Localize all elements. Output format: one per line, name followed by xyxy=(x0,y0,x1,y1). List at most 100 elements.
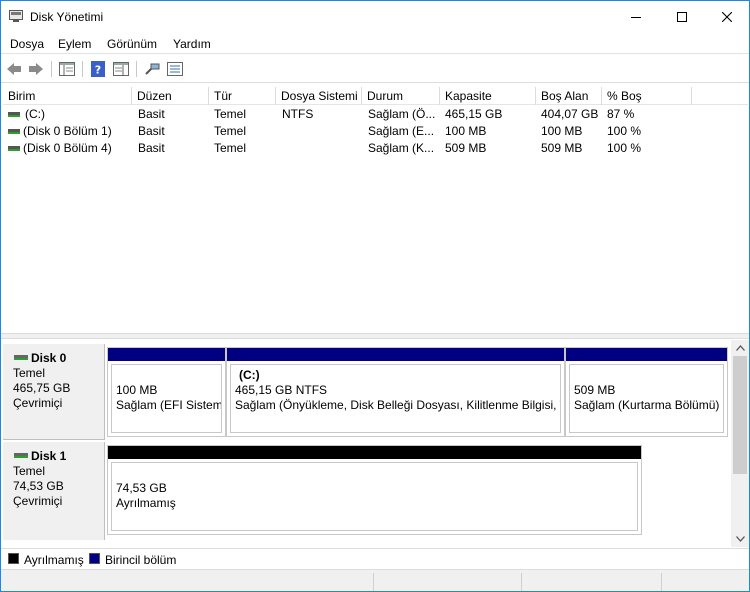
forward-button[interactable] xyxy=(27,60,45,78)
close-button[interactable] xyxy=(704,1,749,32)
column-header-kapasite[interactable]: Kapasite xyxy=(440,87,536,105)
disk-0-status: Çevrimiçi xyxy=(13,396,63,410)
partition-status: Sağlam (Önyükleme, Disk Belleği Dosyası,… xyxy=(235,398,561,412)
toolbar: ? xyxy=(1,55,749,83)
chevron-down-icon xyxy=(735,536,745,542)
cell-bos-alan: 509 MB xyxy=(541,141,583,155)
legend-label-primary: Birincil bölüm xyxy=(105,553,177,567)
legend-swatch-primary xyxy=(89,553,100,564)
toolbar-separator xyxy=(82,61,83,77)
table-row[interactable]: (Disk 0 Bölüm 1) Basit Temel Sağlam (E..… xyxy=(3,123,748,140)
list-view-button[interactable] xyxy=(166,60,184,78)
cell-yuzde-bos: 87 % xyxy=(607,107,635,121)
partition-recovery[interactable]: 509 MB Sağlam (Kurtarma Bölümü) xyxy=(565,347,728,437)
cell-bos-alan: 100 MB xyxy=(541,124,583,138)
column-header-durum[interactable]: Durum xyxy=(362,87,440,105)
disk-management-app-icon xyxy=(9,10,23,22)
volume-icon xyxy=(8,129,20,134)
volume-icon xyxy=(8,146,20,151)
table-row[interactable]: (Disk 0 Bölüm 4) Basit Temel Sağlam (K..… xyxy=(3,140,748,157)
scroll-down-button[interactable] xyxy=(731,532,749,546)
column-header-tur[interactable]: Tür xyxy=(209,87,276,105)
status-bar-divider xyxy=(373,573,374,591)
cell-yuzde-bos: 100 % xyxy=(607,124,642,138)
partition-status: Sağlam (Kurtarma Bölümü) xyxy=(574,398,720,412)
partition-status: Sağlam (EFI Sistem xyxy=(116,398,222,412)
cell-bos-alan: 404,07 GB xyxy=(541,107,599,121)
disk-management-window: Disk Yönetimi Dosya Eylem Görünüm Yardım xyxy=(0,0,750,592)
menu-yardim[interactable]: Yardım xyxy=(173,37,211,51)
cell-kapasite: 465,15 GB xyxy=(445,107,503,121)
window-title: Disk Yönetimi xyxy=(30,10,104,24)
disk-0-size: 465,75 GB xyxy=(13,381,71,395)
toolbar-separator xyxy=(51,61,52,77)
help-icon: ? xyxy=(91,61,105,77)
partition-body: (C:) 465,15 GB NTFS Sağlam (Önyükleme, D… xyxy=(230,364,561,433)
disk-graphical-view: Disk 0 Temel 465,75 GB Çevrimiçi 100 MB … xyxy=(3,340,731,547)
scroll-up-button[interactable] xyxy=(731,341,749,355)
cell-dosya-sistemi xyxy=(282,123,360,140)
title-bar: Disk Yönetimi xyxy=(1,1,749,32)
column-header-dosya-sistemi[interactable]: Dosya Sistemi xyxy=(276,87,362,105)
column-header-duzen[interactable]: Düzen xyxy=(132,87,209,105)
status-bar-divider xyxy=(661,573,662,591)
cell-birim: (C:) xyxy=(25,107,45,121)
partition-size: 465,15 GB NTFS xyxy=(235,383,328,397)
properties-button[interactable] xyxy=(112,60,130,78)
partition-body: 509 MB Sağlam (Kurtarma Bölümü) xyxy=(569,364,724,433)
partition-c[interactable]: (C:) 465,15 GB NTFS Sağlam (Önyükleme, D… xyxy=(226,347,565,437)
cell-durum: Sağlam (Ö... xyxy=(368,107,436,121)
cell-dosya-sistemi: NTFS xyxy=(282,107,314,121)
partition-body: 74,53 GB Ayrılmamış xyxy=(111,462,638,531)
close-icon xyxy=(722,11,732,22)
cell-duzen: Basit xyxy=(138,107,165,121)
partition-size: 100 MB xyxy=(116,383,158,397)
cell-kapasite: 100 MB xyxy=(445,124,487,138)
column-header-birim[interactable]: Birim xyxy=(3,87,132,105)
menu-gorunum[interactable]: Görünüm xyxy=(107,37,157,51)
status-bar-divider xyxy=(521,573,522,591)
cell-durum: Sağlam (K... xyxy=(368,141,435,155)
connect-icon xyxy=(145,63,160,75)
disk-icon xyxy=(14,355,28,360)
disk-1-type: Temel xyxy=(13,464,46,478)
partition-color-bar xyxy=(108,348,225,361)
svg-text:?: ? xyxy=(95,64,101,77)
pane-splitter[interactable] xyxy=(1,333,749,339)
menu-eylem[interactable]: Eylem xyxy=(58,37,91,51)
console-tree-button[interactable] xyxy=(58,60,76,78)
maximize-button[interactable] xyxy=(659,1,705,32)
disk-icon xyxy=(14,453,28,458)
partition-unallocated[interactable]: 74,53 GB Ayrılmamış xyxy=(107,445,642,535)
disk-1-label[interactable]: Disk 1 Temel 74,53 GB Çevrimiçi xyxy=(3,442,105,540)
cell-tur: Temel xyxy=(214,124,247,138)
partition-label: (C:) xyxy=(239,368,260,382)
status-bar xyxy=(1,569,749,591)
help-button[interactable]: ? xyxy=(89,60,107,78)
forward-icon xyxy=(29,63,43,75)
legend-bar: Ayrılmamış Birincil bölüm xyxy=(1,548,749,568)
partition-efi[interactable]: 100 MB Sağlam (EFI Sistem xyxy=(107,347,226,437)
minimize-button[interactable] xyxy=(613,1,659,32)
column-header-yuzde-bos[interactable]: % Boş xyxy=(602,87,692,105)
partition-color-bar xyxy=(108,446,641,459)
cell-birim: (Disk 0 Bölüm 1) xyxy=(23,124,112,138)
back-icon xyxy=(7,63,21,75)
partition-body: 100 MB Sağlam (EFI Sistem xyxy=(111,364,222,433)
partition-color-bar xyxy=(566,348,727,361)
menu-dosya[interactable]: Dosya xyxy=(10,37,44,51)
cell-duzen: Basit xyxy=(138,141,165,155)
back-button[interactable] xyxy=(5,60,23,78)
disk-0-label[interactable]: Disk 0 Temel 465,75 GB Çevrimiçi xyxy=(3,344,105,440)
volume-list: Birim Düzen Tür Dosya Sistemi Durum Kapa… xyxy=(3,86,748,332)
menu-bar: Dosya Eylem Görünüm Yardım xyxy=(1,33,749,54)
column-header-bos-alan[interactable]: Boş Alan xyxy=(536,87,602,105)
console-tree-icon xyxy=(59,62,75,76)
connect-button[interactable] xyxy=(143,60,161,78)
cell-dosya-sistemi xyxy=(282,140,360,157)
disk-1-size: 74,53 GB xyxy=(13,479,64,493)
graph-view-scrollbar[interactable] xyxy=(731,340,749,547)
table-row[interactable]: (C:) Basit Temel NTFS Sağlam (Ö... 465,1… xyxy=(3,106,748,123)
scroll-thumb[interactable] xyxy=(733,356,747,474)
cell-yuzde-bos: 100 % xyxy=(607,141,642,155)
